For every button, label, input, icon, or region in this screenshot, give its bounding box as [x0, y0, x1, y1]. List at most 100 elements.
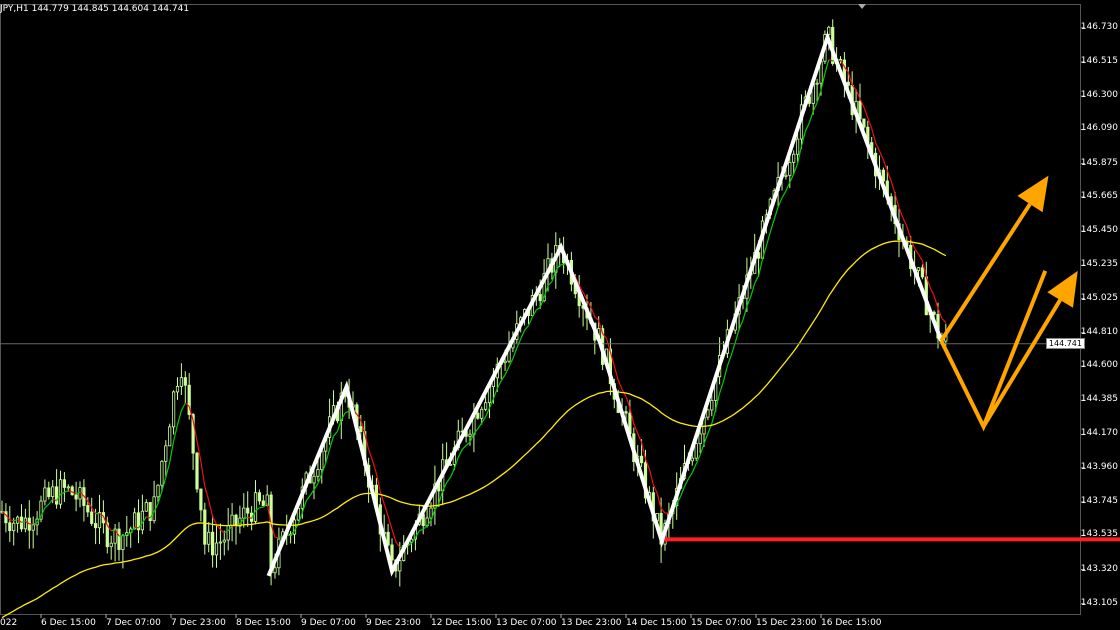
y-tick-label: 143.745 — [1080, 496, 1118, 506]
fast-ma-segment — [419, 528, 424, 532]
candle-body — [242, 507, 246, 519]
fast-ma-segment — [344, 410, 350, 414]
y-tick-label: 143.105 — [1080, 597, 1118, 608]
fast-ma-segment — [687, 472, 693, 480]
candle-body — [261, 500, 265, 507]
candle-body — [168, 426, 172, 447]
candle-body — [230, 514, 234, 526]
fast-ma-segment — [371, 459, 377, 474]
fast-ma-segment — [313, 483, 319, 491]
fast-ma-segment — [656, 493, 662, 509]
candle-body — [203, 509, 207, 545]
fast-ma-segment — [383, 503, 389, 517]
candle-body — [538, 294, 542, 302]
fast-ma-segment — [777, 197, 783, 208]
candle-body — [70, 486, 74, 496]
candle-body — [796, 138, 800, 155]
fast-ma-segment — [208, 500, 214, 517]
forecast-arrow-shaft — [939, 202, 1032, 342]
candle-body — [690, 457, 694, 462]
candle-body — [109, 542, 113, 548]
fast-ma-segment — [449, 468, 455, 478]
fast-ma-segment — [204, 486, 210, 501]
fast-ma-segment — [758, 259, 764, 276]
candle-body — [183, 377, 187, 386]
fast-ma-segment — [878, 150, 884, 161]
candle-body — [312, 475, 316, 484]
fast-ma-segment — [773, 206, 779, 220]
candle-body — [58, 479, 63, 505]
fast-ma-segment — [793, 163, 799, 175]
candle-body — [480, 408, 484, 419]
candle-body — [8, 522, 12, 532]
candle-body — [398, 560, 402, 572]
fast-ma-segment — [765, 231, 771, 247]
fast-ma-segment — [730, 342, 736, 356]
fast-ma-segment — [750, 283, 756, 297]
candle-body — [226, 525, 230, 541]
candle-body — [43, 487, 47, 502]
x-tick-label: 9 Dec 07:00 — [301, 618, 356, 628]
fast-ma-segment — [134, 526, 139, 529]
fast-ma-segment — [457, 449, 463, 458]
candle-body — [706, 409, 710, 418]
y-tick-label: 145.875 — [1080, 157, 1118, 168]
x-tick-label: 7 Dec 07:00 — [106, 618, 161, 628]
y-tick-label: 144.600 — [1080, 360, 1118, 371]
x-tick-label: 13 Dec 07:00 — [496, 618, 557, 628]
y-tick-label: 145.025 — [1080, 292, 1118, 303]
fast-ma-segment — [477, 422, 483, 430]
fast-ma-segment — [929, 287, 935, 296]
candle-body — [97, 512, 102, 529]
candle-body — [359, 426, 363, 432]
fast-ma-segment — [368, 449, 374, 461]
fast-ma-segment — [535, 306, 541, 311]
y-tick-label: 145.235 — [1080, 259, 1118, 270]
candle-body — [273, 567, 277, 574]
fast-ma-segment — [703, 433, 709, 444]
shift-marker-icon — [858, 4, 866, 9]
fast-ma-segment — [633, 423, 639, 434]
x-tick-label: 13 Dec 23:00 — [561, 618, 622, 628]
candle-body — [175, 385, 180, 393]
fast-ma-segment — [617, 379, 623, 390]
fast-ma-segment — [808, 110, 814, 124]
candle-body — [160, 460, 164, 486]
fast-ma-segment — [496, 380, 502, 389]
candle-body — [503, 360, 507, 364]
candle-body — [94, 523, 98, 529]
candle-body — [214, 542, 219, 556]
fast-ma-segment — [438, 490, 444, 505]
candle-body — [476, 412, 480, 419]
fast-ma-segment — [691, 463, 697, 473]
fast-ma-segment — [742, 306, 748, 321]
fast-ma-segment — [309, 489, 315, 496]
fast-ma-segment — [48, 498, 54, 505]
y-tick-label: 146.515 — [1080, 55, 1118, 66]
price-chart[interactable] — [0, 0, 1120, 630]
symbol-label: JPY,H1 144.779 144.845 144.604 144.741 — [0, 4, 190, 14]
candle-body — [164, 445, 168, 462]
candle-body — [784, 174, 788, 177]
fast-ma-segment — [336, 419, 342, 432]
candle-body — [698, 433, 702, 445]
fast-ma-segment — [886, 170, 892, 182]
candle-body — [195, 452, 199, 490]
fast-ma-segment — [722, 365, 728, 382]
x-tick-label: 15 Dec 23:00 — [756, 618, 817, 628]
candle-body — [815, 82, 819, 85]
x-tick-label: 16 Dec 15:00 — [821, 618, 882, 628]
candle-body — [132, 512, 137, 530]
fast-ma-segment — [259, 506, 264, 509]
fast-ma-segment — [594, 316, 600, 321]
x-tick-label: 022 — [0, 618, 18, 628]
fast-ma-segment — [683, 478, 689, 487]
x-tick-label: 7 Dec 23:00 — [171, 618, 226, 628]
candle-body — [390, 544, 394, 561]
candle-body — [234, 514, 238, 527]
candle-body — [62, 479, 67, 488]
candle-body — [156, 484, 160, 498]
candle-body — [792, 153, 796, 163]
candle-body — [90, 511, 94, 524]
candle-body — [66, 486, 70, 489]
